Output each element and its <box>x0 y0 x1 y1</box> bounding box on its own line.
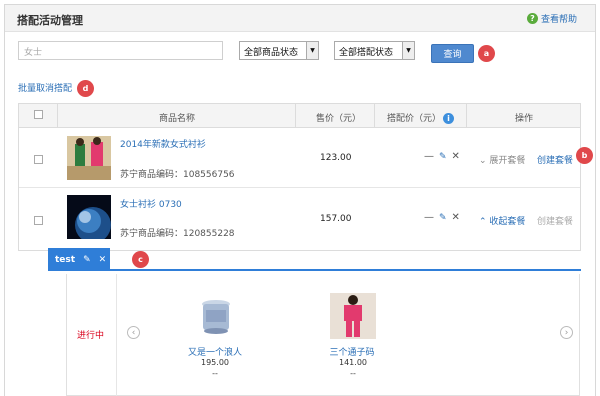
help-label: 查看帮助 <box>540 15 577 25</box>
chevron-down-icon: ▼ <box>402 42 414 59</box>
expand-package-link[interactable]: ⌄ 展开套餐 <box>479 153 525 166</box>
package-panel: 进行中 ‹ › 又是一个浪人 195.00 -- 三个通子码 141.00 -- <box>66 274 580 396</box>
bundle-price-tools: — ✎ ✕ <box>424 212 460 223</box>
divider <box>466 104 467 128</box>
package-item-image[interactable] <box>330 293 376 339</box>
pencil-icon[interactable]: ✎ <box>439 213 447 223</box>
bundle-price-value: — <box>424 212 434 223</box>
create-package-link[interactable]: 创建套餐 <box>537 214 573 227</box>
product-price: 157.00 <box>320 214 352 224</box>
row-checkbox[interactable] <box>34 216 43 225</box>
close-icon[interactable]: ✕ <box>452 151 460 162</box>
help-link[interactable]: ? 查看帮助 <box>526 12 577 25</box>
batch-cancel-link[interactable]: 批量取消搭配 <box>18 81 72 94</box>
question-circle-icon: ? <box>526 13 538 24</box>
chevron-right-icon[interactable]: › <box>560 326 573 339</box>
column-header-price: 售价（元） <box>316 114 362 124</box>
product-table: 商品名称 售价（元） 搭配价（元） i 操作 2014年新款女式衬衫 苏宁商品编码… <box>18 103 581 251</box>
query-button[interactable]: 查询 <box>431 44 474 63</box>
annotation-c-badge: c <box>132 251 149 268</box>
package-tabbar: test ✎ ✕ <box>48 248 581 271</box>
package-item-bundle-price: -- <box>350 369 356 378</box>
chevron-down-icon: ▼ <box>306 42 318 59</box>
package-tab[interactable]: test ✎ ✕ <box>48 248 110 271</box>
bundle-price-label: 搭配价（元） <box>387 114 442 124</box>
annotation-b-badge: b <box>576 147 593 164</box>
collapse-package-label: 收起套餐 <box>489 217 526 227</box>
package-item-name[interactable]: 三个通子码 <box>307 345 397 358</box>
product-thumbnail[interactable] <box>67 136 111 180</box>
product-status-select[interactable]: 全部商品状态 ▼ <box>239 41 319 60</box>
pencil-icon[interactable]: ✎ <box>439 152 447 162</box>
search-input[interactable]: 女士 <box>18 41 223 60</box>
package-status: 进行中 <box>77 331 105 341</box>
close-icon[interactable]: ✕ <box>99 255 107 265</box>
column-header-ops: 操作 <box>515 114 534 124</box>
column-header-name: 商品名称 <box>159 114 196 124</box>
annotation-a-badge: a <box>478 45 495 62</box>
package-item-bundle-price: -- <box>212 369 218 378</box>
divider <box>57 104 58 128</box>
table-row: 女士衬衫 0730 苏宁商品编码：120855228 157.00 — ✎ ✕ … <box>19 188 580 250</box>
page-header: 搭配活动管理 ? 查看帮助 <box>5 5 595 32</box>
pencil-icon[interactable]: ✎ <box>83 255 91 265</box>
package-item-name[interactable]: 又是一个浪人 <box>170 345 260 358</box>
package-status-cell: 进行中 <box>67 274 117 396</box>
close-icon[interactable]: ✕ <box>452 212 460 223</box>
product-code: 苏宁商品编码：120855228 <box>120 229 235 239</box>
product-status-value: 全部商品状态 <box>244 48 299 58</box>
table-row: 2014年新款女式衬衫 苏宁商品编码：108556756 123.00 — ✎ … <box>19 128 580 188</box>
package-tab-label: test <box>55 254 76 265</box>
row-checkbox[interactable] <box>34 155 43 164</box>
table-header: 商品名称 售价（元） 搭配价（元） i 操作 <box>19 104 580 128</box>
column-header-bundle-price: 搭配价（元） i <box>387 111 455 124</box>
expand-package-label: 展开套餐 <box>489 156 526 166</box>
chevron-left-icon[interactable]: ‹ <box>127 326 140 339</box>
package-item-image[interactable] <box>200 298 232 336</box>
product-code: 苏宁商品编码：108556756 <box>120 170 235 180</box>
select-all-checkbox[interactable] <box>34 110 43 119</box>
bundle-price-value: — <box>424 151 434 162</box>
package-item-price: 195.00 <box>201 358 229 367</box>
divider <box>295 104 296 128</box>
product-name-link[interactable]: 女士衬衫 0730 <box>120 197 182 210</box>
product-price: 123.00 <box>320 153 352 163</box>
package-item-price: 141.00 <box>339 358 367 367</box>
page-title: 搭配活动管理 <box>17 14 83 27</box>
create-package-link[interactable]: 创建套餐 <box>537 153 573 166</box>
divider <box>374 104 375 128</box>
bundle-status-select[interactable]: 全部搭配状态 ▼ <box>334 41 415 60</box>
collapse-package-link[interactable]: ⌃ 收起套餐 <box>479 214 525 227</box>
bundle-status-value: 全部搭配状态 <box>339 48 394 58</box>
info-icon[interactable]: i <box>443 113 455 124</box>
product-thumbnail[interactable] <box>67 195 111 239</box>
annotation-d-badge: d <box>77 80 94 97</box>
product-name-link[interactable]: 2014年新款女式衬衫 <box>120 137 206 150</box>
bundle-price-tools: — ✎ ✕ <box>424 151 460 162</box>
